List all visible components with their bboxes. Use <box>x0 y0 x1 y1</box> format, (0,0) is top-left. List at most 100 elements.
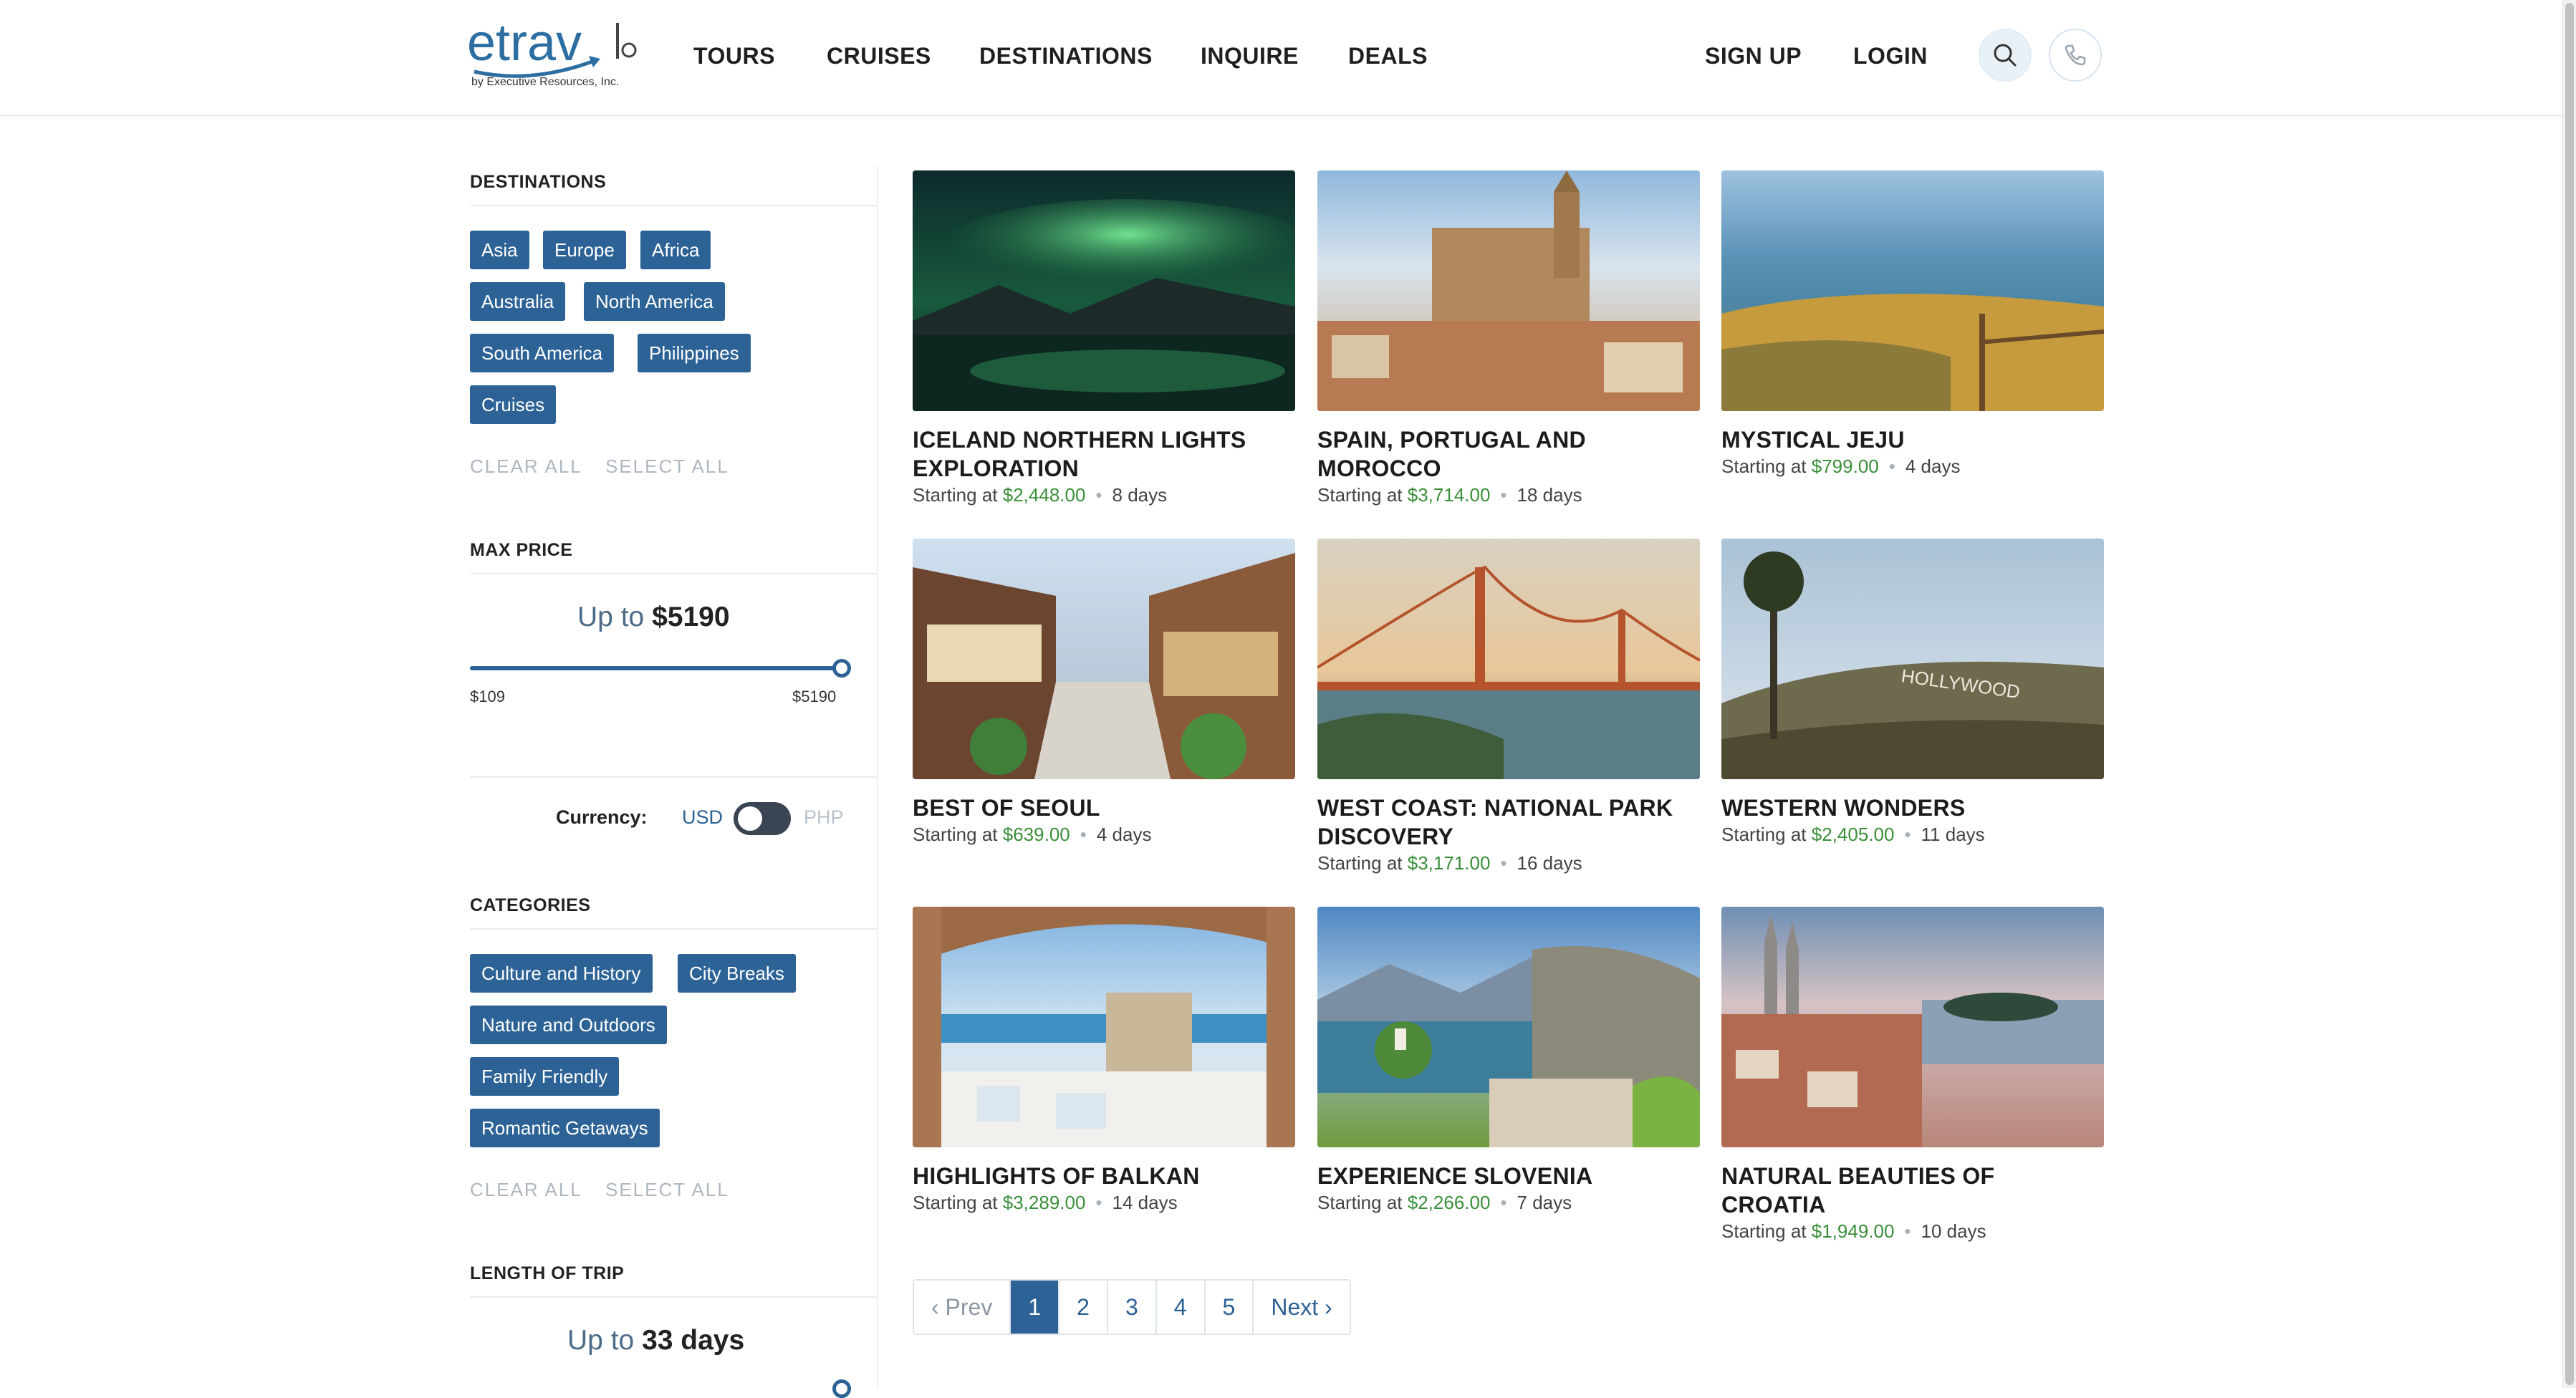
signup-link[interactable]: SIGN UP <box>1705 43 1802 69</box>
tour-image-slovenia <box>1317 907 1700 1147</box>
tag-north-america[interactable]: North America <box>584 282 725 321</box>
tour-days: 7 days <box>1517 1192 1572 1213</box>
tour-image-balkan <box>913 907 1295 1147</box>
sidebar-divider <box>877 165 878 1388</box>
tour-title[interactable]: EXPERIENCE SLOVENIA <box>1317 1162 1700 1190</box>
tour-meta: Starting at $3,289.00 • 14 days <box>913 1192 1178 1213</box>
destinations-clear-all[interactable]: CLEAR ALL <box>470 455 582 478</box>
tour-title[interactable]: NATURAL BEAUTIES OF CROATIA <box>1721 1162 2104 1219</box>
divider <box>470 928 878 930</box>
tour-price: $3,171.00 <box>1407 852 1491 874</box>
tour-days: 16 days <box>1517 852 1582 874</box>
search-button[interactable] <box>1979 29 2032 82</box>
tour-title[interactable]: ICELAND NORTHERN LIGHTS EXPLORATION <box>913 425 1295 483</box>
tag-family-friendly[interactable]: Family Friendly <box>470 1057 620 1096</box>
tour-image-western-wonders: HOLLYWOOD <box>1721 539 2104 779</box>
length-heading: LENGTH OF TRIP <box>470 1263 625 1283</box>
tag-cruises[interactable]: Cruises <box>470 385 557 424</box>
tag-australia[interactable]: Australia <box>470 282 566 321</box>
tour-meta: Starting at $2,266.00 • 7 days <box>1317 1192 1572 1213</box>
categories-select-all[interactable]: SELECT ALL <box>605 1179 729 1201</box>
tag-city-breaks[interactable]: City Breaks <box>678 954 796 993</box>
tour-card[interactable]: HOLLYWOOD WESTERN WONDERS Starting at $2… <box>1721 539 2104 846</box>
page-3-button[interactable]: 3 <box>1108 1281 1157 1334</box>
tour-card[interactable]: ICELAND NORTHERN LIGHTS EXPLORATION Star… <box>913 170 1295 506</box>
site-header: etrav by Executive Resources, Inc. TOURS… <box>0 0 2563 116</box>
toggle-knob <box>738 806 762 831</box>
tag-nature-outdoors[interactable]: Nature and Outdoors <box>470 1006 667 1044</box>
scrollbar[interactable] <box>2562 0 2576 1388</box>
price-max: $5190 <box>792 688 837 705</box>
tour-meta: Starting at $3,171.00 • 16 days <box>1317 852 1582 874</box>
price-slider-track[interactable] <box>470 666 842 670</box>
nav-cruises[interactable]: CRUISES <box>827 43 931 69</box>
currency-usd[interactable]: USD <box>682 806 723 829</box>
nav-tours[interactable]: TOURS <box>693 43 775 69</box>
nav-deals[interactable]: DEALS <box>1348 43 1428 69</box>
tour-card[interactable]: WEST COAST: NATIONAL PARK DISCOVERY Star… <box>1317 539 1700 874</box>
tour-card[interactable]: HIGHLIGHTS OF BALKAN Starting at $3,289.… <box>913 907 1295 1214</box>
tour-title[interactable]: HIGHLIGHTS OF BALKAN <box>913 1162 1295 1190</box>
divider <box>470 776 878 778</box>
logo-subtitle: by Executive Resources, Inc. <box>471 76 620 88</box>
next-page-button[interactable]: Next › <box>1254 1281 1349 1334</box>
tour-title[interactable]: MYSTICAL JEJU <box>1721 425 2104 454</box>
prev-page-button[interactable]: ‹ Prev <box>914 1281 1011 1334</box>
brand-logo[interactable]: etrav by Executive Resources, Inc. <box>467 16 646 96</box>
tour-image-iceland <box>913 170 1295 411</box>
pagination: ‹ Prev 1 2 3 4 5 Next › <box>913 1279 1351 1335</box>
categories-clear-all[interactable]: CLEAR ALL <box>470 1179 582 1201</box>
svg-text:etrav: etrav <box>467 16 582 72</box>
currency-php[interactable]: PHP <box>804 806 844 829</box>
page-2-button[interactable]: 2 <box>1059 1281 1108 1334</box>
tag-culture-history[interactable]: Culture and History <box>470 954 653 993</box>
tour-card[interactable]: SPAIN, PORTUGAL AND MOROCCO Starting at … <box>1317 170 1700 506</box>
tour-image-croatia <box>1721 907 2104 1147</box>
destinations-heading: DESTINATIONS <box>470 172 607 192</box>
phone-button[interactable] <box>2049 29 2102 82</box>
tag-europe[interactable]: Europe <box>543 231 626 269</box>
tour-card[interactable]: MYSTICAL JEJU Starting at $799.00 • 4 days <box>1721 170 2104 478</box>
scrollbar-thumb[interactable] <box>2565 3 2574 1385</box>
phone-icon <box>2065 44 2086 66</box>
tour-price: $1,949.00 <box>1811 1220 1895 1242</box>
tag-africa[interactable]: Africa <box>640 231 711 269</box>
price-min: $109 <box>470 688 505 705</box>
length-value: Up to 33 days <box>567 1325 745 1356</box>
divider <box>470 573 878 574</box>
tour-price: $3,714.00 <box>1407 484 1491 506</box>
tour-image-jeju <box>1721 170 2104 411</box>
tour-meta: Starting at $639.00 • 4 days <box>913 824 1152 845</box>
page-4-button[interactable]: 4 <box>1157 1281 1206 1334</box>
tag-asia[interactable]: Asia <box>470 231 529 269</box>
destinations-select-all[interactable]: SELECT ALL <box>605 455 729 478</box>
tag-south-america[interactable]: South America <box>470 334 615 372</box>
price-slider-handle[interactable] <box>832 659 851 678</box>
divider <box>470 205 878 206</box>
tour-title[interactable]: WEST COAST: NATIONAL PARK DISCOVERY <box>1317 794 1700 851</box>
tour-days: 4 days <box>1096 824 1152 845</box>
tour-meta: Starting at $2,448.00 • 8 days <box>913 484 1168 506</box>
tag-philippines[interactable]: Philippines <box>638 334 751 372</box>
tour-days: 8 days <box>1112 484 1168 506</box>
tour-meta: Starting at $2,405.00 • 11 days <box>1721 824 1985 845</box>
currency-toggle[interactable] <box>734 802 791 835</box>
login-link[interactable]: LOGIN <box>1853 43 1928 69</box>
tour-title[interactable]: WESTERN WONDERS <box>1721 794 2104 822</box>
tag-romantic-getaways[interactable]: Romantic Getaways <box>470 1109 660 1147</box>
tour-card[interactable]: BEST OF SEOUL Starting at $639.00 • 4 days <box>913 539 1295 846</box>
tour-meta: Starting at $3,714.00 • 18 days <box>1317 484 1582 506</box>
tour-title[interactable]: SPAIN, PORTUGAL AND MOROCCO <box>1317 425 1700 483</box>
tour-price: $3,289.00 <box>1002 1192 1086 1213</box>
tour-image-west-coast <box>1317 539 1700 779</box>
tour-card[interactable]: EXPERIENCE SLOVENIA Starting at $2,266.0… <box>1317 907 1700 1214</box>
nav-destinations[interactable]: DESTINATIONS <box>979 43 1153 69</box>
tour-title[interactable]: BEST OF SEOUL <box>913 794 1295 822</box>
length-slider-handle[interactable] <box>832 1379 851 1398</box>
tour-card[interactable]: NATURAL BEAUTIES OF CROATIA Starting at … <box>1721 907 2104 1243</box>
search-icon <box>1994 44 2017 67</box>
nav-inquire[interactable]: INQUIRE <box>1201 43 1299 69</box>
page-1-button[interactable]: 1 <box>1011 1281 1060 1334</box>
tour-meta: Starting at $1,949.00 • 10 days <box>1721 1220 1986 1242</box>
page-5-button[interactable]: 5 <box>1206 1281 1254 1334</box>
